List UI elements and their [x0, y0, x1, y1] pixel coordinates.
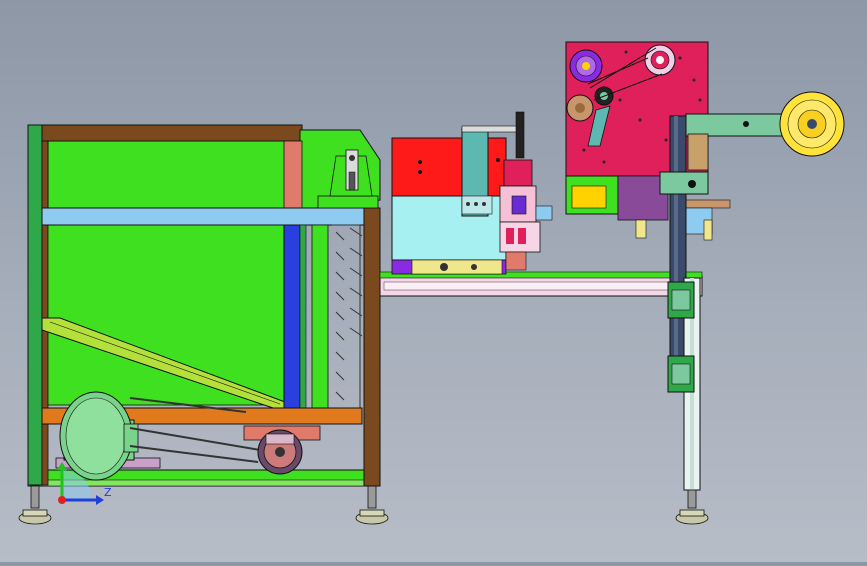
tape-unit — [565, 41, 845, 367]
cad-viewport[interactable]: Z — [0, 0, 867, 562]
machine-drawing: Z — [18, 41, 845, 525]
right-brown-post — [363, 207, 381, 487]
top-brown-rail — [41, 124, 303, 142]
upper-pulley-icon — [569, 49, 603, 83]
feeder-handle — [515, 111, 525, 159]
tension-roller-icon — [566, 94, 594, 122]
lower-clamp-icon — [667, 355, 695, 393]
left-post-inner — [41, 124, 49, 486]
reel-arm — [685, 113, 797, 137]
feeder-station — [391, 111, 553, 275]
axis-label-z: Z — [104, 486, 112, 499]
center-table — [379, 271, 703, 297]
right-support-leg — [667, 277, 709, 525]
light-blue-crossbar — [41, 207, 365, 226]
blue-vertical-rail — [283, 224, 301, 411]
elevator-frame — [311, 224, 329, 416]
tape-reel-icon — [779, 91, 845, 157]
middle-foot-icon — [355, 485, 389, 525]
left-foot-icon — [18, 485, 52, 525]
elevator-chain — [332, 224, 363, 411]
feeder-red-block — [391, 137, 507, 197]
drive-pulley-icon — [644, 44, 676, 76]
salmon-side-plate — [283, 140, 303, 212]
upper-clamp-icon — [667, 281, 695, 319]
hopper-lower-panel — [47, 224, 289, 406]
right-foot-icon — [675, 489, 709, 525]
left-post-outer — [27, 124, 43, 486]
hopper-machine — [18, 124, 389, 525]
